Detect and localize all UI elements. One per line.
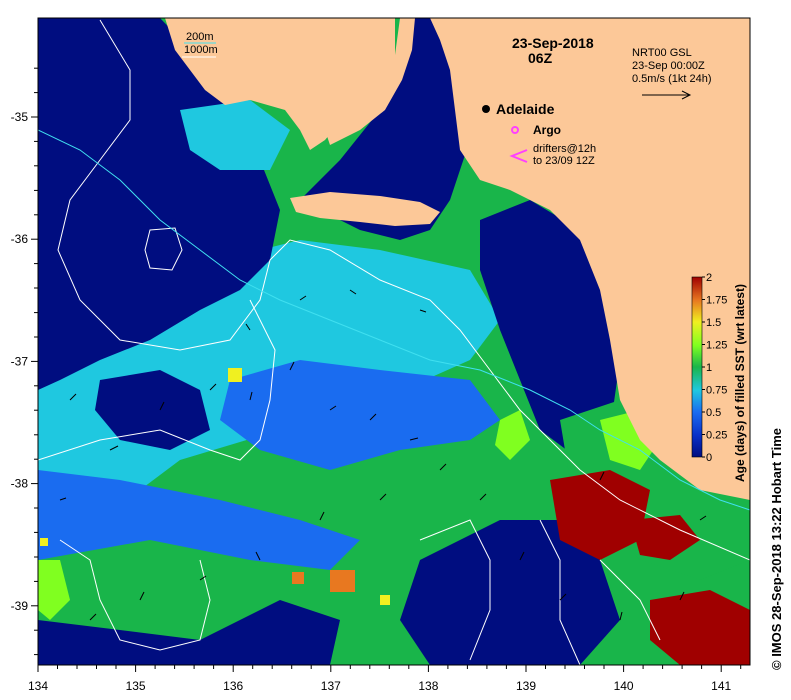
colorbar-tick-label: 1 — [706, 362, 712, 374]
current-legend-line2: 23-Sep 00:00Z — [632, 60, 705, 72]
ocean-yellow-patch-3 — [40, 538, 48, 546]
current-legend-line3: 0.5m/s (1kt 24h) — [632, 73, 711, 85]
lon-tick-label: 136 — [223, 679, 243, 693]
depth-legend-200m: 200m — [186, 31, 214, 43]
drifters-label-line2: to 23/09 12Z — [533, 155, 595, 167]
lon-tick-label: 135 — [126, 679, 146, 693]
lat-tick-label: -38 — [11, 477, 29, 491]
latitude-axis: -35 -36 -37 -38 -39 — [11, 67, 38, 656]
credit-text: © IMOS 28-Sep-2018 13:22 Hobart Time — [769, 428, 784, 670]
longitude-axis: 134 135 136 137 138 139 140 141 — [28, 665, 742, 693]
colorbar-tick-label: 2 — [706, 272, 712, 284]
ocean-orange-patch-1 — [330, 570, 355, 592]
map-time: 06Z — [528, 50, 553, 66]
ocean-yellow-patch-1 — [228, 368, 242, 382]
plot-area — [38, 18, 750, 665]
ocean-yellow-patch-2 — [380, 595, 390, 605]
map-date: 23-Sep-2018 — [512, 35, 594, 51]
lat-tick-label: -39 — [11, 599, 29, 613]
colorbar-tick-label: 1.25 — [706, 340, 727, 352]
colorbar-title: Age (days) of filled SST (wrt latest) — [733, 284, 747, 482]
colorbar-tick-label: 0.25 — [706, 430, 727, 442]
current-legend-line1: NRT00 GSL — [632, 47, 692, 59]
lon-tick-label: 141 — [711, 679, 731, 693]
lat-tick-label: -36 — [11, 232, 29, 246]
lat-tick-label: -35 — [11, 110, 29, 124]
sst-age-map: 23-Sep-2018 06Z Adelaide Argo drifters@1… — [11, 17, 784, 693]
ocean-orange-patch-2 — [292, 572, 304, 584]
colorbar-tick-label: 1.75 — [706, 295, 727, 307]
depth-legend-1000m: 1000m — [184, 44, 218, 56]
colorbar-tick-label: 0 — [706, 452, 712, 464]
lon-tick-label: 138 — [418, 679, 438, 693]
lon-tick-label: 134 — [28, 679, 48, 693]
lon-tick-label: 140 — [614, 679, 634, 693]
place-label-adelaide: Adelaide — [496, 101, 555, 117]
colorbar-tick-label: 0.5 — [706, 407, 721, 419]
lon-tick-label: 139 — [516, 679, 536, 693]
colorbar-gradient — [691, 276, 703, 458]
lat-tick-label: -37 — [11, 354, 29, 368]
colorbar-tick-label: 0.75 — [706, 385, 727, 397]
drifters-label-line1: drifters@12h — [533, 143, 596, 155]
colorbar-tick-label: 1.5 — [706, 317, 721, 329]
lon-tick-label: 137 — [321, 679, 341, 693]
adelaide-marker — [482, 105, 490, 113]
argo-label: Argo — [533, 123, 561, 137]
